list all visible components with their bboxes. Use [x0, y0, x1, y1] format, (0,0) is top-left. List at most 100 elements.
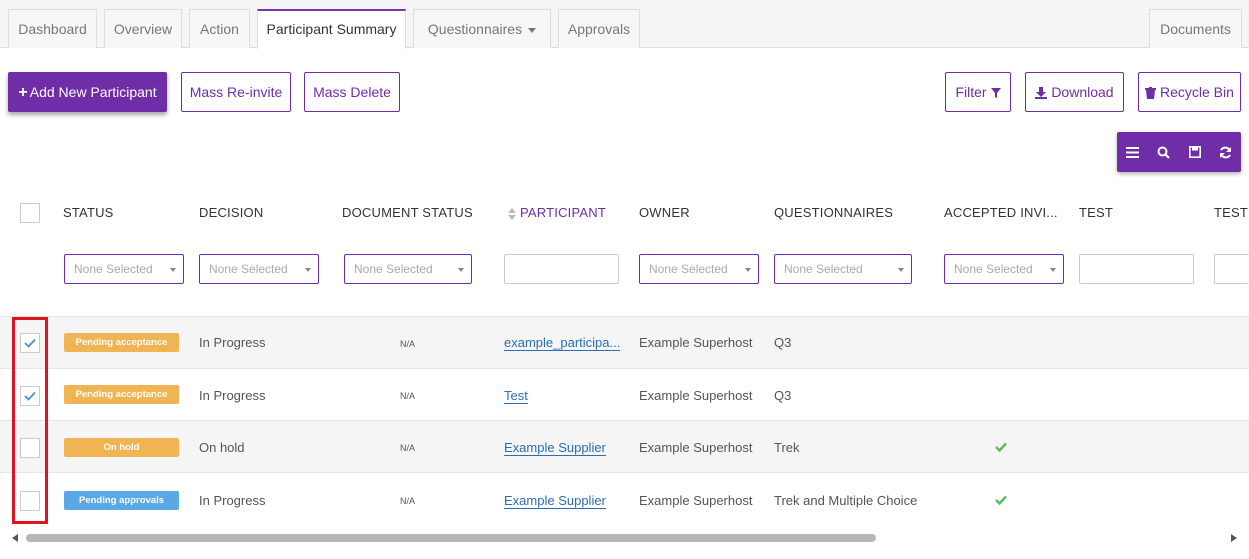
document-status-cell: N/A — [400, 391, 416, 401]
tab-label: Documents — [1160, 21, 1231, 37]
tab-participant-summary[interactable]: Participant Summary — [257, 9, 406, 49]
column-header-accepted-invitation[interactable]: ACCEPTED INVI... — [944, 205, 1058, 220]
add-new-participant-button[interactable]: + Add New Participant — [8, 72, 167, 112]
decision-cell: On hold — [199, 440, 245, 455]
tab-label: Action — [200, 21, 239, 37]
add-participant-label: Add New Participant — [29, 84, 157, 100]
tab-label: Questionnaires — [427, 21, 523, 37]
mass-delete-button[interactable]: Mass Delete — [304, 72, 400, 112]
caret-down-icon — [458, 268, 464, 272]
table-row[interactable]: On hold On hold N/A Example Supplier Exa… — [0, 420, 1249, 472]
scrollbar-thumb[interactable] — [26, 534, 876, 542]
table-row[interactable]: Pending acceptance In Progress N/A examp… — [0, 316, 1249, 368]
participant-link[interactable]: Test — [504, 388, 528, 404]
column-header-owner[interactable]: OWNER — [639, 205, 690, 220]
menu-icon — [1126, 146, 1139, 158]
download-icon — [1035, 87, 1048, 100]
caret-down-icon — [305, 268, 311, 272]
mass-reinvite-button[interactable]: Mass Re-invite — [181, 72, 291, 112]
test-2-filter-input[interactable] — [1214, 254, 1249, 284]
questionnaires-cell: Q3 — [774, 388, 792, 403]
scroll-left-icon[interactable] — [12, 534, 18, 542]
accepted-invitation-filter-select[interactable]: None Selected — [944, 254, 1064, 284]
search-button[interactable] — [1148, 132, 1179, 172]
column-header-decision[interactable]: DECISION — [199, 205, 263, 220]
tab-questionnaires[interactable]: Questionnaires — [413, 9, 551, 48]
decision-cell: In Progress — [199, 388, 266, 403]
decision-cell: In Progress — [199, 493, 266, 508]
table-row[interactable]: Pending approvals In Progress N/A Exampl… — [0, 472, 1249, 524]
recycle-bin-label: Recycle Bin — [1159, 84, 1234, 100]
decision-filter-select[interactable]: None Selected — [199, 254, 319, 284]
status-badge: Pending approvals — [64, 491, 179, 510]
table-row[interactable]: Pending acceptance In Progress N/A Test … — [0, 368, 1249, 420]
tab-action[interactable]: Action — [189, 9, 250, 48]
refresh-icon — [1220, 146, 1231, 158]
status-badge: On hold — [64, 438, 179, 457]
horizontal-scrollbar[interactable] — [0, 531, 1249, 545]
plus-icon: + — [18, 84, 28, 102]
filter-placeholder: None Selected — [649, 262, 728, 276]
status-badge: Pending acceptance — [64, 385, 179, 404]
tab-dashboard[interactable]: Dashboard — [8, 9, 97, 48]
table-toolbar — [1117, 132, 1241, 172]
document-status-filter-select[interactable]: None Selected — [344, 254, 472, 284]
filter-placeholder: None Selected — [354, 262, 433, 276]
select-all-checkbox[interactable] — [20, 203, 40, 223]
mass-reinvite-label: Mass Re-invite — [189, 84, 283, 100]
columns-menu-button[interactable] — [1117, 132, 1148, 172]
owner-cell: Example Superhost — [639, 493, 753, 508]
column-header-questionnaires[interactable]: QUESTIONNAIRES — [774, 205, 893, 220]
document-status-cell: N/A — [400, 496, 416, 506]
tab-approvals[interactable]: Approvals — [558, 9, 640, 48]
owner-cell: Example Superhost — [639, 440, 753, 455]
questionnaires-cell: Trek and Multiple Choice — [774, 493, 918, 508]
trash-icon — [1145, 87, 1157, 100]
caret-down-icon — [745, 268, 751, 272]
filter-placeholder: None Selected — [74, 262, 153, 276]
status-filter-select[interactable]: None Selected — [64, 254, 184, 284]
owner-cell: Example Superhost — [639, 388, 753, 403]
questionnaires-filter-select[interactable]: None Selected — [774, 254, 912, 284]
filter-placeholder: None Selected — [784, 262, 863, 276]
tab-bar: Dashboard Overview Action Participant Su… — [0, 0, 1249, 49]
document-status-cell: N/A — [400, 443, 416, 453]
refresh-button[interactable] — [1210, 132, 1241, 172]
participant-filter-input[interactable] — [504, 254, 619, 284]
check-icon — [995, 495, 1007, 505]
filter-placeholder: None Selected — [954, 262, 1033, 276]
mass-delete-label: Mass Delete — [313, 84, 391, 100]
questionnaires-cell: Trek — [774, 440, 800, 455]
tab-label: Approvals — [567, 21, 631, 37]
scroll-right-icon[interactable] — [1231, 534, 1237, 542]
tab-documents[interactable]: Documents — [1149, 9, 1242, 48]
column-header-test[interactable]: TEST — [1079, 205, 1113, 220]
caret-down-icon — [528, 27, 537, 33]
status-badge: Pending acceptance — [64, 333, 179, 352]
document-status-cell: N/A — [400, 339, 416, 349]
column-header-participant[interactable]: PARTICIPANT — [508, 205, 606, 220]
column-header-test-2[interactable]: TEST — [1214, 205, 1248, 220]
funnel-icon — [990, 88, 1001, 99]
column-header-document-status[interactable]: DOCUMENT STATUS — [342, 205, 473, 220]
filter-placeholder: None Selected — [209, 262, 288, 276]
filter-label: Filter — [955, 84, 987, 100]
participant-link[interactable]: Example Supplier — [504, 493, 606, 509]
tab-label: Dashboard — [18, 21, 87, 37]
download-button[interactable]: Download — [1025, 72, 1124, 112]
download-label: Download — [1051, 84, 1114, 100]
tab-overview[interactable]: Overview — [104, 9, 182, 48]
questionnaires-cell: Q3 — [774, 335, 792, 350]
owner-cell: Example Superhost — [639, 335, 753, 350]
save-icon — [1188, 146, 1201, 158]
column-header-status[interactable]: STATUS — [63, 205, 114, 220]
owner-filter-select[interactable]: None Selected — [639, 254, 759, 284]
filter-button[interactable]: Filter — [945, 72, 1011, 112]
recycle-bin-button[interactable]: Recycle Bin — [1138, 72, 1241, 112]
save-button[interactable] — [1179, 132, 1210, 172]
participant-link[interactable]: example_participa... — [504, 335, 621, 351]
participant-link[interactable]: Example Supplier — [504, 440, 606, 456]
sort-icon — [508, 207, 516, 220]
test-filter-input[interactable] — [1079, 254, 1194, 284]
decision-cell: In Progress — [199, 335, 266, 350]
